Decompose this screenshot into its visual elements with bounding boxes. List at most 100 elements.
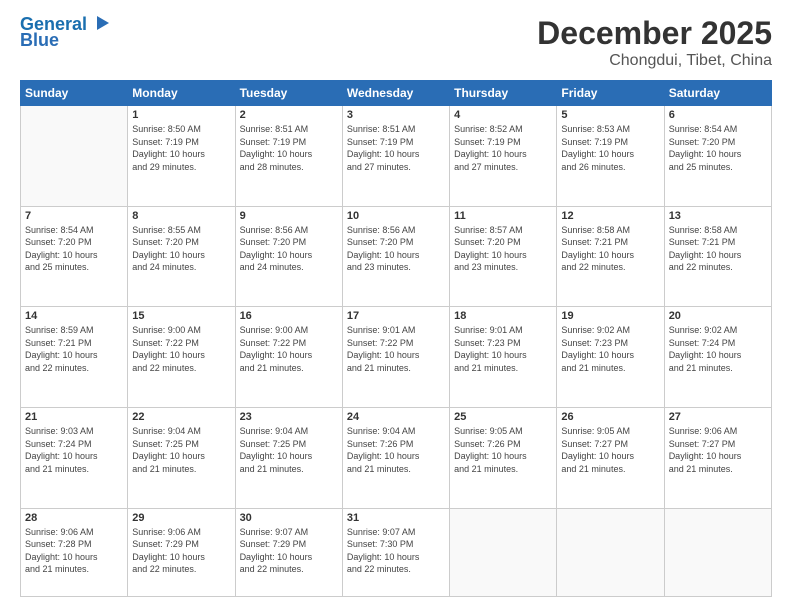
day-info: Sunrise: 9:07 AMSunset: 7:30 PMDaylight:…: [347, 526, 445, 576]
day-info: Sunrise: 9:06 AMSunset: 7:27 PMDaylight:…: [669, 425, 767, 475]
table-row: 30 Sunrise: 9:07 AMSunset: 7:29 PMDayligh…: [235, 508, 342, 596]
table-row: 26Sunrise: 9:05 AMSunset: 7:27 PMDayligh…: [557, 407, 664, 508]
table-row: 3 Sunrise: 8:51 AMSunset: 7:19 PMDaylight…: [342, 106, 449, 207]
table-row: 20 Sunrise: 9:02 AMSunset: 7:24 PMDayligh…: [664, 307, 771, 408]
table-row: 6Sunrise: 8:54 AMSunset: 7:20 PMDaylight…: [664, 106, 771, 207]
header-thursday: Thursday: [450, 81, 557, 106]
day-info: Sunrise: 9:06 AMSunset: 7:29 PMDaylight:…: [132, 526, 230, 576]
day-info: Sunrise: 8:56 AMSunset: 7:20 PMDaylight:…: [347, 224, 445, 274]
logo: General Blue: [20, 15, 111, 51]
title-block: December 2025 Chongdui, Tibet, China: [537, 15, 772, 70]
day-info: Sunrise: 8:57 AMSunset: 7:20 PMDaylight:…: [454, 224, 552, 274]
table-row: 10 Sunrise: 8:56 AMSunset: 7:20 PMDayligh…: [342, 206, 449, 307]
table-row: 21 Sunrise: 9:03 AMSunset: 7:24 PMDayligh…: [21, 407, 128, 508]
day-number: 2: [240, 109, 338, 121]
day-info: Sunrise: 9:04 AMSunset: 7:25 PMDaylight:…: [240, 425, 338, 475]
day-info: Sunrise: 9:01 AMSunset: 7:22 PMDaylight:…: [347, 324, 445, 374]
day-info: Sunrise: 8:56 AMSunset: 7:20 PMDaylight:…: [240, 224, 338, 274]
header-saturday: Saturday: [664, 81, 771, 106]
location-title: Chongdui, Tibet, China: [537, 52, 772, 70]
table-row: 4 Sunrise: 8:52 AMSunset: 7:19 PMDaylight…: [450, 106, 557, 207]
day-number: 18: [454, 310, 552, 322]
day-info: Sunrise: 9:05 AMSunset: 7:26 PMDaylight:…: [454, 425, 552, 475]
day-info: Sunrise: 8:52 AMSunset: 7:19 PMDaylight:…: [454, 123, 552, 173]
day-info: Sunrise: 8:55 AMSunset: 7:20 PMDaylight:…: [132, 224, 230, 274]
table-row: 23 Sunrise: 9:04 AMSunset: 7:25 PMDayligh…: [235, 407, 342, 508]
table-row: 1Sunrise: 8:50 AMSunset: 7:19 PMDaylight…: [128, 106, 235, 207]
day-info: Sunrise: 9:04 AMSunset: 7:25 PMDaylight:…: [132, 425, 230, 475]
table-row: 11 Sunrise: 8:57 AMSunset: 7:20 PMDayligh…: [450, 206, 557, 307]
day-number: 27: [669, 411, 767, 423]
table-row: [21, 106, 128, 207]
day-number: 12: [561, 210, 659, 222]
day-info: Sunrise: 9:00 AMSunset: 7:22 PMDaylight:…: [132, 324, 230, 374]
table-row: 13 Sunrise: 8:58 AMSunset: 7:21 PMDayligh…: [664, 206, 771, 307]
day-number: 22: [132, 411, 230, 423]
day-number: 30: [240, 512, 338, 524]
header-sunday: Sunday: [21, 81, 128, 106]
table-row: 5 Sunrise: 8:53 AMSunset: 7:19 PMDaylight…: [557, 106, 664, 207]
day-info: Sunrise: 8:54 AMSunset: 7:20 PMDaylight:…: [669, 123, 767, 173]
day-number: 13: [669, 210, 767, 222]
day-number: 31: [347, 512, 445, 524]
table-row: [557, 508, 664, 596]
day-info: Sunrise: 8:53 AMSunset: 7:19 PMDaylight:…: [561, 123, 659, 173]
table-row: 9 Sunrise: 8:56 AMSunset: 7:20 PMDaylight…: [235, 206, 342, 307]
table-row: 16Sunrise: 9:00 AMSunset: 7:22 PMDayligh…: [235, 307, 342, 408]
table-row: 31 Sunrise: 9:07 AMSunset: 7:30 PMDayligh…: [342, 508, 449, 596]
day-info: Sunrise: 8:54 AMSunset: 7:20 PMDaylight:…: [25, 224, 123, 274]
day-number: 21: [25, 411, 123, 423]
table-row: 14 Sunrise: 8:59 AMSunset: 7:21 PMDayligh…: [21, 307, 128, 408]
calendar-table: Sunday Monday Tuesday Wednesday Thursday…: [20, 80, 772, 597]
table-row: 29 Sunrise: 9:06 AMSunset: 7:29 PMDayligh…: [128, 508, 235, 596]
day-number: 5: [561, 109, 659, 121]
day-info: Sunrise: 9:05 AMSunset: 7:27 PMDaylight:…: [561, 425, 659, 475]
header: General Blue December 2025 Chongdui, Tib…: [20, 15, 772, 70]
logo-text-blue: Blue: [20, 31, 59, 51]
logo-icon: [89, 12, 111, 34]
day-info: Sunrise: 8:51 AMSunset: 7:19 PMDaylight:…: [240, 123, 338, 173]
table-row: 8Sunrise: 8:55 AMSunset: 7:20 PMDaylight…: [128, 206, 235, 307]
table-row: 12Sunrise: 8:58 AMSunset: 7:21 PMDayligh…: [557, 206, 664, 307]
day-info: Sunrise: 9:03 AMSunset: 7:24 PMDaylight:…: [25, 425, 123, 475]
day-info: Sunrise: 8:51 AMSunset: 7:19 PMDaylight:…: [347, 123, 445, 173]
day-info: Sunrise: 9:07 AMSunset: 7:29 PMDaylight:…: [240, 526, 338, 576]
table-row: 27 Sunrise: 9:06 AMSunset: 7:27 PMDayligh…: [664, 407, 771, 508]
table-row: 18 Sunrise: 9:01 AMSunset: 7:23 PMDayligh…: [450, 307, 557, 408]
day-number: 17: [347, 310, 445, 322]
day-number: 11: [454, 210, 552, 222]
table-row: 25 Sunrise: 9:05 AMSunset: 7:26 PMDayligh…: [450, 407, 557, 508]
day-info: Sunrise: 9:02 AMSunset: 7:24 PMDaylight:…: [669, 324, 767, 374]
table-row: 24 Sunrise: 9:04 AMSunset: 7:26 PMDayligh…: [342, 407, 449, 508]
day-number: 10: [347, 210, 445, 222]
day-info: Sunrise: 8:58 AMSunset: 7:21 PMDaylight:…: [669, 224, 767, 274]
day-number: 24: [347, 411, 445, 423]
day-info: Sunrise: 9:06 AMSunset: 7:28 PMDaylight:…: [25, 526, 123, 576]
page: General Blue December 2025 Chongdui, Tib…: [0, 0, 792, 612]
table-row: [664, 508, 771, 596]
day-info: Sunrise: 9:04 AMSunset: 7:26 PMDaylight:…: [347, 425, 445, 475]
table-row: 22 Sunrise: 9:04 AMSunset: 7:25 PMDayligh…: [128, 407, 235, 508]
day-number: 23: [240, 411, 338, 423]
header-wednesday: Wednesday: [342, 81, 449, 106]
day-number: 15: [132, 310, 230, 322]
day-number: 4: [454, 109, 552, 121]
day-number: 14: [25, 310, 123, 322]
day-info: Sunrise: 9:00 AMSunset: 7:22 PMDaylight:…: [240, 324, 338, 374]
day-number: 29: [132, 512, 230, 524]
table-row: 2 Sunrise: 8:51 AMSunset: 7:19 PMDaylight…: [235, 106, 342, 207]
day-number: 25: [454, 411, 552, 423]
header-friday: Friday: [557, 81, 664, 106]
table-row: 15 Sunrise: 9:00 AMSunset: 7:22 PMDayligh…: [128, 307, 235, 408]
day-number: 19: [561, 310, 659, 322]
day-number: 20: [669, 310, 767, 322]
day-number: 28: [25, 512, 123, 524]
day-number: 3: [347, 109, 445, 121]
table-row: 19Sunrise: 9:02 AMSunset: 7:23 PMDayligh…: [557, 307, 664, 408]
day-number: 1: [132, 109, 230, 121]
day-info: Sunrise: 9:01 AMSunset: 7:23 PMDaylight:…: [454, 324, 552, 374]
table-row: [450, 508, 557, 596]
table-row: 28 Sunrise: 9:06 AMSunset: 7:28 PMDayligh…: [21, 508, 128, 596]
day-info: Sunrise: 8:59 AMSunset: 7:21 PMDaylight:…: [25, 324, 123, 374]
day-number: 9: [240, 210, 338, 222]
